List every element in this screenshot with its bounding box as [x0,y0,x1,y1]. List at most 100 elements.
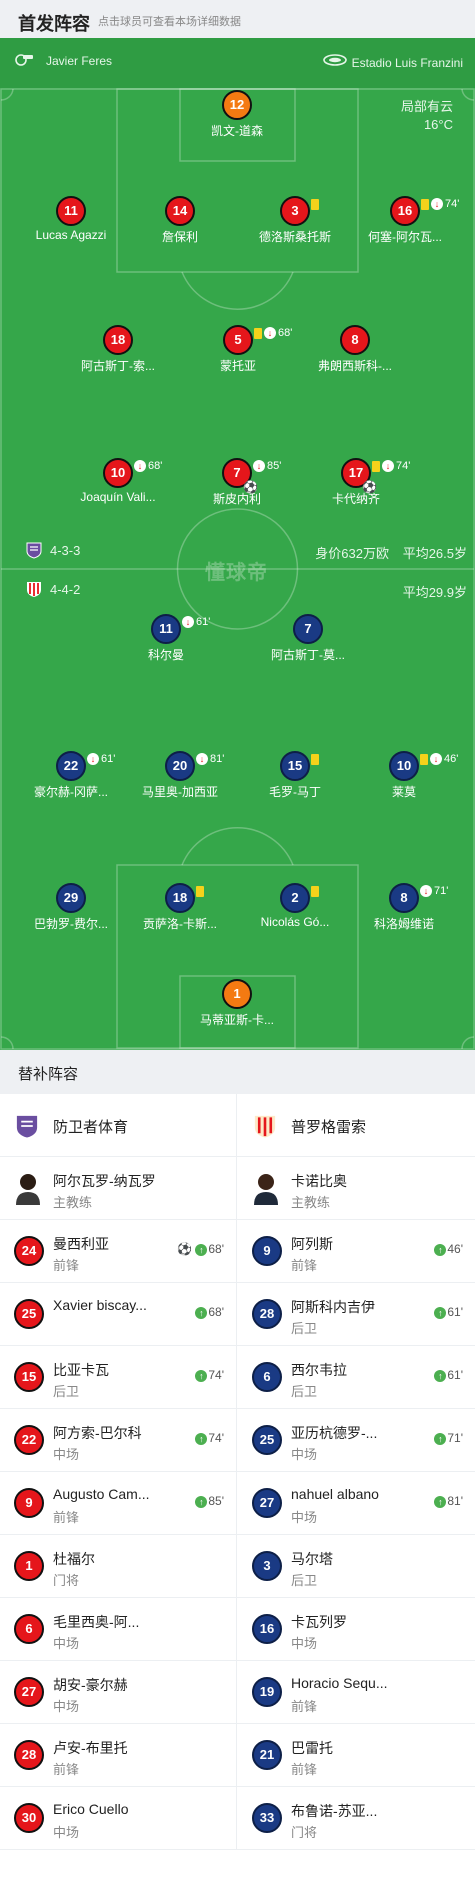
sub-row: 15 比亚卡瓦 后卫 ↑ 74' 6 西尔韦拉 后卫 ↑ 61' [0,1346,475,1409]
sub-in-icon: ↑ [434,1432,447,1445]
away-player-2[interactable]: 2 Nicolás Gó... [235,883,355,929]
whistle-icon [15,54,33,66]
home-player-18[interactable]: 18 阿古斯丁-索... [58,325,178,374]
coach-name: 阿尔瓦罗-纳瓦罗 [53,1173,156,1189]
away-sub-player[interactable]: 9 阿列斯 前锋 ↑ 46' [238,1220,475,1283]
player-position: 前锋 [53,1762,80,1777]
sub-event: ↑ 74' [195,1431,224,1445]
player-position: 前锋 [291,1699,318,1714]
away-player-29[interactable]: 29 巴勃罗-费尔... [11,883,131,932]
away-formation: 4-4-2 [50,582,81,597]
player-marks [311,753,321,765]
player-marks [311,198,321,210]
player-name: 德洛斯桑托斯 [258,230,331,244]
away-player-20[interactable]: 20 ↓ 81' 马里奥-加西亚 [120,751,240,800]
player-name: 西尔韦拉 [291,1362,347,1378]
away-coach-cell[interactable]: 卡诺比奥 主教练 [238,1157,475,1220]
lineup-header: 首发阵容 点击球员可查看本场详细数据 [0,0,475,38]
away-sub-player[interactable]: 21 巴雷托 前锋 [238,1724,475,1787]
away-sub-player[interactable]: 3 马尔塔 后卫 [238,1535,475,1598]
home-player-8[interactable]: 8 弗朗西斯科-... [295,325,415,374]
goal-ball-icon: ⚽ [243,480,258,494]
away-player-8[interactable]: 8 ↓ 71' 科洛姆维诺 [344,883,464,932]
home-sub-player[interactable]: 22 阿方索-巴尔科 中场 ↑ 74' [0,1409,237,1472]
coach-avatar [16,1174,40,1205]
away-player-18[interactable]: 18 贡萨洛-卡斯... [120,883,240,932]
home-team-name: 防卫者体育 [53,1119,129,1136]
away-player-11[interactable]: 11 ↓ 61' 科尔曼 [106,614,226,663]
player-marks: ↓ 71' [420,885,448,898]
player-marks: ↓ 74' [372,460,410,473]
player-marks: ↓ 46' [420,753,459,766]
player-name: 曼西利亚 [53,1236,109,1252]
home-sub-player[interactable]: 24 曼西利亚 前锋 ⚽ ↑ 68' [0,1220,237,1283]
home-sub-player[interactable]: 30 Erico Cuello 中场 [0,1787,237,1850]
home-sub-player[interactable]: 6 毛里西奥-阿... 中场 [0,1598,237,1661]
home-player-17[interactable]: 17 ↓ 74' ⚽ 卡代纳齐 [296,458,416,507]
away-player-10[interactable]: 10 ↓ 46' 莱莫 [344,751,464,800]
player-name: 阿古斯丁-莫... [271,648,345,662]
home-player-3[interactable]: 3 德洛斯桑托斯 [235,196,355,245]
sub-row: 30 Erico Cuello 中场 33 布鲁诺-苏亚... 门将 [0,1787,475,1850]
sub-time: 68' [278,327,293,339]
sub-out-icon: ↓ [134,460,146,473]
home-sub-player[interactable]: 1 杜福尔 门将 [0,1535,237,1598]
player-position: 中场 [291,1447,318,1462]
player-marks: ↓ 85' [253,460,282,473]
player-name: 阿列斯 [291,1236,333,1252]
away-sub-player[interactable]: 19 Horacio Sequ... 前锋 [238,1661,475,1724]
player-position: 门将 [53,1573,80,1588]
sub-out-icon: ↓ [430,753,442,766]
player-marks: ↓ 61' [87,753,115,766]
sub-row: 27 胡安-豪尔赫 中场 19 Horacio Sequ... 前锋 [0,1661,475,1724]
player-position: 中场 [53,1636,80,1651]
home-crest-icon [26,542,42,559]
home-sub-player[interactable]: 28 卢安-布里托 前锋 [0,1724,237,1787]
away-sub-player[interactable]: 28 阿斯科内吉伊 后卫 ↑ 61' [238,1283,475,1346]
player-number: 30 [14,1803,44,1833]
away-sub-player[interactable]: 16 卡瓦列罗 中场 [238,1598,475,1661]
home-sub-player[interactable]: 9 Augusto Cam... 前锋 ↑ 85' [0,1472,237,1535]
player-number: 8 [340,325,370,355]
home-coach-cell[interactable]: 阿尔瓦罗-纳瓦罗 主教练 [0,1157,237,1220]
home-sub-player[interactable]: 27 胡安-豪尔赫 中场 [0,1661,237,1724]
home-player-11[interactable]: 11 Lucas Agazzi [11,196,131,242]
away-sub-player[interactable]: 27 nahuel albano 中场 ↑ 81' [238,1472,475,1535]
player-name: 马尔塔 [291,1551,333,1567]
home-player-16[interactable]: 16 ↓ 74' 何塞-阿尔瓦... [345,196,465,245]
sub-time: 46' [444,753,459,765]
player-name: Xavier biscay... [53,1297,147,1313]
home-formation: 4-3-3 [50,543,81,558]
sub-event: ↑ 71' [434,1431,463,1445]
sub-time: 68' [208,1242,224,1256]
player-position: 前锋 [291,1258,318,1273]
home-sub-player[interactable]: 25 Xavier biscay... ↑ 68' [0,1283,237,1346]
player-position: 后卫 [291,1384,318,1399]
away-sub-player[interactable]: 6 西尔韦拉 后卫 ↑ 61' [238,1346,475,1409]
sub-event: ↑ 61' [434,1305,463,1319]
home-player-7[interactable]: 7 ↓ 85' ⚽ 斯皮内利 [177,458,297,507]
away-player-22[interactable]: 22 ↓ 61' 豪尔赫-冈萨... [11,751,131,800]
away-sub-player[interactable]: 25 亚历杭德罗-... 中场 ↑ 71' [238,1409,475,1472]
away-player-7[interactable]: 7 阿古斯丁-莫... [248,614,368,663]
sub-time: 61' [196,616,211,628]
home-player-14[interactable]: 14 詹保利 [120,196,240,245]
player-name: 亚历杭德罗-... [291,1425,378,1441]
away-sub-player[interactable]: 33 布鲁诺-苏亚... 门将 [238,1787,475,1850]
sub-time: 85' [208,1494,224,1508]
player-number: 8 [389,883,419,913]
player-number: 24 [14,1236,44,1266]
home-player-5[interactable]: 5 ↓ 68' 蒙托亚 [178,325,298,374]
sub-time: 85' [267,460,282,472]
player-name: nahuel albano [291,1486,379,1502]
player-name: Joaquín Vali... [80,490,156,504]
home-sub-player[interactable]: 15 比亚卡瓦 后卫 ↑ 74' [0,1346,237,1409]
away-player-15[interactable]: 15 毛罗-马丁 [235,751,355,800]
away-player-1[interactable]: 1 马蒂亚斯-卡... [177,979,297,1028]
home-player-12[interactable]: 12 凯文-道森 [177,90,297,139]
player-marks [311,885,321,897]
player-name: 科尔曼 [147,648,184,662]
player-name: 豪尔赫-冈萨... [34,785,108,799]
home-player-10[interactable]: 10 ↓ 68' Joaquín Vali... [58,458,178,504]
player-number: 21 [252,1740,282,1770]
